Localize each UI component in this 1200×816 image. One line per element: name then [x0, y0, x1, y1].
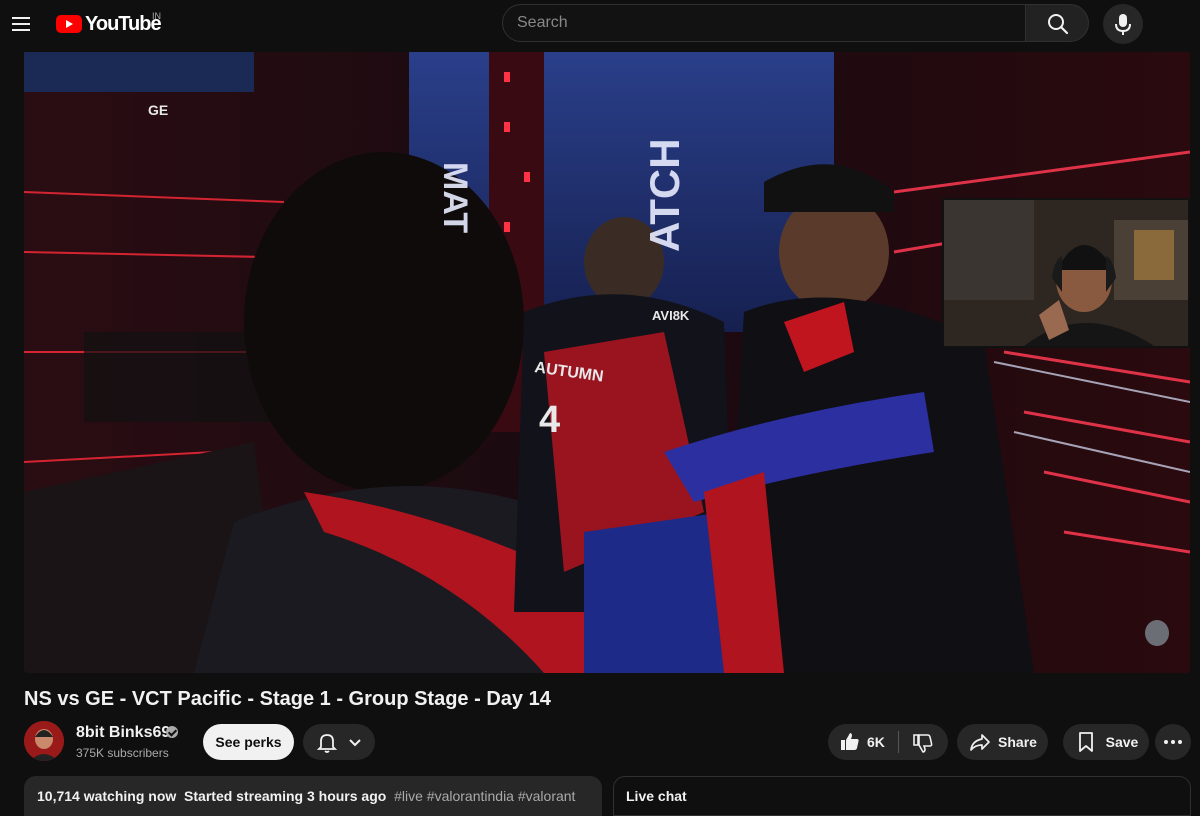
description-box[interactable]: 10,714 watching now Started streaming 3 …	[24, 776, 602, 816]
thumbs-up-icon	[841, 733, 859, 750]
stream-start-time: Started streaming 3 hours ago	[184, 788, 387, 804]
channel-avatar[interactable]	[24, 721, 64, 761]
see-perks-button[interactable]: See perks	[203, 724, 294, 760]
save-icon	[1078, 732, 1093, 752]
svg-text:ATCH: ATCH	[641, 138, 688, 252]
menu-icon[interactable]	[8, 6, 36, 42]
channel-name[interactable]: 8bit Binks69	[76, 724, 170, 742]
svg-text:MAT: MAT	[436, 162, 474, 233]
like-dislike-group: 6K	[828, 724, 948, 760]
live-chat-title: Live chat	[626, 788, 687, 804]
like-count: 6K	[867, 734, 885, 750]
youtube-logo-icon	[56, 15, 82, 33]
search-button[interactable]	[1025, 4, 1089, 42]
save-label: Save	[1105, 734, 1139, 750]
save-button[interactable]: Save	[1063, 724, 1149, 760]
webcam-image	[944, 200, 1188, 346]
streamer-corner-logo	[1145, 620, 1169, 646]
subscriber-count: 375K subscribers	[76, 746, 169, 760]
svg-text:4: 4	[539, 399, 560, 441]
verified-icon	[166, 726, 178, 738]
search-icon	[1048, 14, 1069, 35]
top-bar: YouTube IN	[0, 0, 1200, 50]
country-code: IN	[152, 11, 161, 21]
hashtags[interactable]: #live #valorantindia #valorant	[394, 788, 575, 804]
mic-icon	[1115, 14, 1131, 35]
share-button[interactable]: Share	[957, 724, 1048, 760]
video-player[interactable]: AUTUMN 4 AVI8K ATCH MAT GE	[24, 52, 1190, 673]
share-icon	[970, 734, 990, 751]
video-frame: AUTUMN 4 AVI8K ATCH MAT	[24, 52, 1190, 673]
youtube-logo[interactable]: YouTube	[56, 12, 162, 36]
avatar-image	[24, 721, 64, 761]
like-button[interactable]: 6K	[828, 724, 898, 760]
share-label: Share	[998, 734, 1037, 750]
video-title: NS vs GE - VCT Pacific - Stage 1 - Group…	[24, 688, 551, 710]
logo-text: YouTube	[85, 12, 162, 35]
live-chat-panel: Live chat	[613, 776, 1191, 816]
description-meta: 10,714 watching now Started streaming 3 …	[37, 788, 575, 804]
more-actions-button[interactable]	[1155, 724, 1191, 760]
streamer-webcam	[942, 198, 1190, 348]
chevron-down-icon	[349, 739, 361, 747]
video-overlay-tag: GE	[148, 102, 169, 118]
search-input[interactable]	[502, 4, 1026, 42]
watching-count: 10,714 watching now	[37, 788, 177, 804]
notification-button[interactable]	[303, 724, 375, 760]
bell-icon	[316, 734, 338, 753]
thumbs-down-icon	[913, 734, 933, 753]
more-icon	[1164, 740, 1182, 744]
voice-search-button[interactable]	[1103, 4, 1143, 44]
dislike-button[interactable]	[899, 724, 948, 760]
search-bar	[502, 4, 1089, 42]
svg-text:AVI8K: AVI8K	[652, 308, 690, 323]
